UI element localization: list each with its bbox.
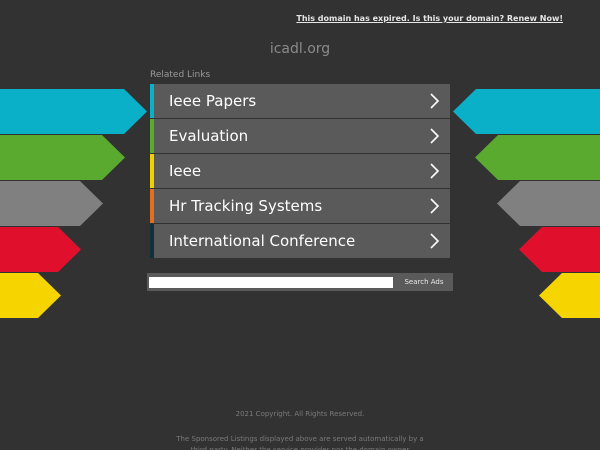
chevron-right-icon [430, 233, 440, 249]
search-bar: Search Ads [147, 273, 453, 291]
link-accent-bar [150, 84, 154, 118]
related-link-evaluation[interactable]: Evaluation [150, 119, 450, 153]
chevron-right-icon [430, 163, 440, 179]
related-link-label: Evaluation [169, 127, 249, 145]
right-arrow-green [475, 135, 600, 180]
chevron-right-icon [430, 128, 440, 144]
related-link-label: International Conference [169, 232, 356, 250]
left-arrow-gray [0, 181, 103, 226]
related-link-international-conference[interactable]: International Conference [150, 224, 450, 258]
link-accent-bar [150, 119, 154, 153]
left-arrow-cyan [0, 89, 147, 134]
related-link-label: Ieee [169, 162, 202, 180]
chevron-right-icon [430, 93, 440, 109]
related-links-heading: Related Links [150, 70, 211, 80]
left-arrow-yellow [0, 273, 61, 318]
right-arrow-cyan [453, 89, 600, 134]
related-link-label: Hr Tracking Systems [169, 197, 323, 215]
right-arrow-yellow [539, 273, 600, 318]
related-link-ieee-papers[interactable]: Ieee Papers [150, 84, 450, 118]
right-arrow-gray [497, 181, 600, 226]
right-arrow-red [519, 227, 600, 272]
related-link-hr-tracking-systems[interactable]: Hr Tracking Systems [150, 189, 450, 223]
sponsored-disclaimer: The Sponsored Listings displayed above a… [176, 435, 424, 450]
renew-domain-link[interactable]: This domain has expired. Is this your do… [296, 14, 563, 23]
copyright-text: 2021 Copyright. All Rights Reserved. [235, 410, 365, 418]
left-arrow-red [0, 227, 81, 272]
search-ads-button[interactable]: Search Ads [395, 273, 453, 291]
search-input[interactable] [149, 276, 393, 288]
link-accent-bar [150, 224, 154, 258]
link-accent-bar [150, 154, 154, 188]
parked-domain-page: This domain has expired. Is this your do… [0, 0, 600, 450]
related-link-ieee[interactable]: Ieee [150, 154, 450, 188]
related-link-label: Ieee Papers [169, 92, 257, 110]
related-links-list: Ieee Papers Evaluation Ieee Hr Tracking … [150, 84, 450, 260]
chevron-right-icon [430, 198, 440, 214]
domain-title: icadl.org [269, 41, 331, 57]
left-arrow-green [0, 135, 125, 180]
link-accent-bar [150, 189, 154, 223]
